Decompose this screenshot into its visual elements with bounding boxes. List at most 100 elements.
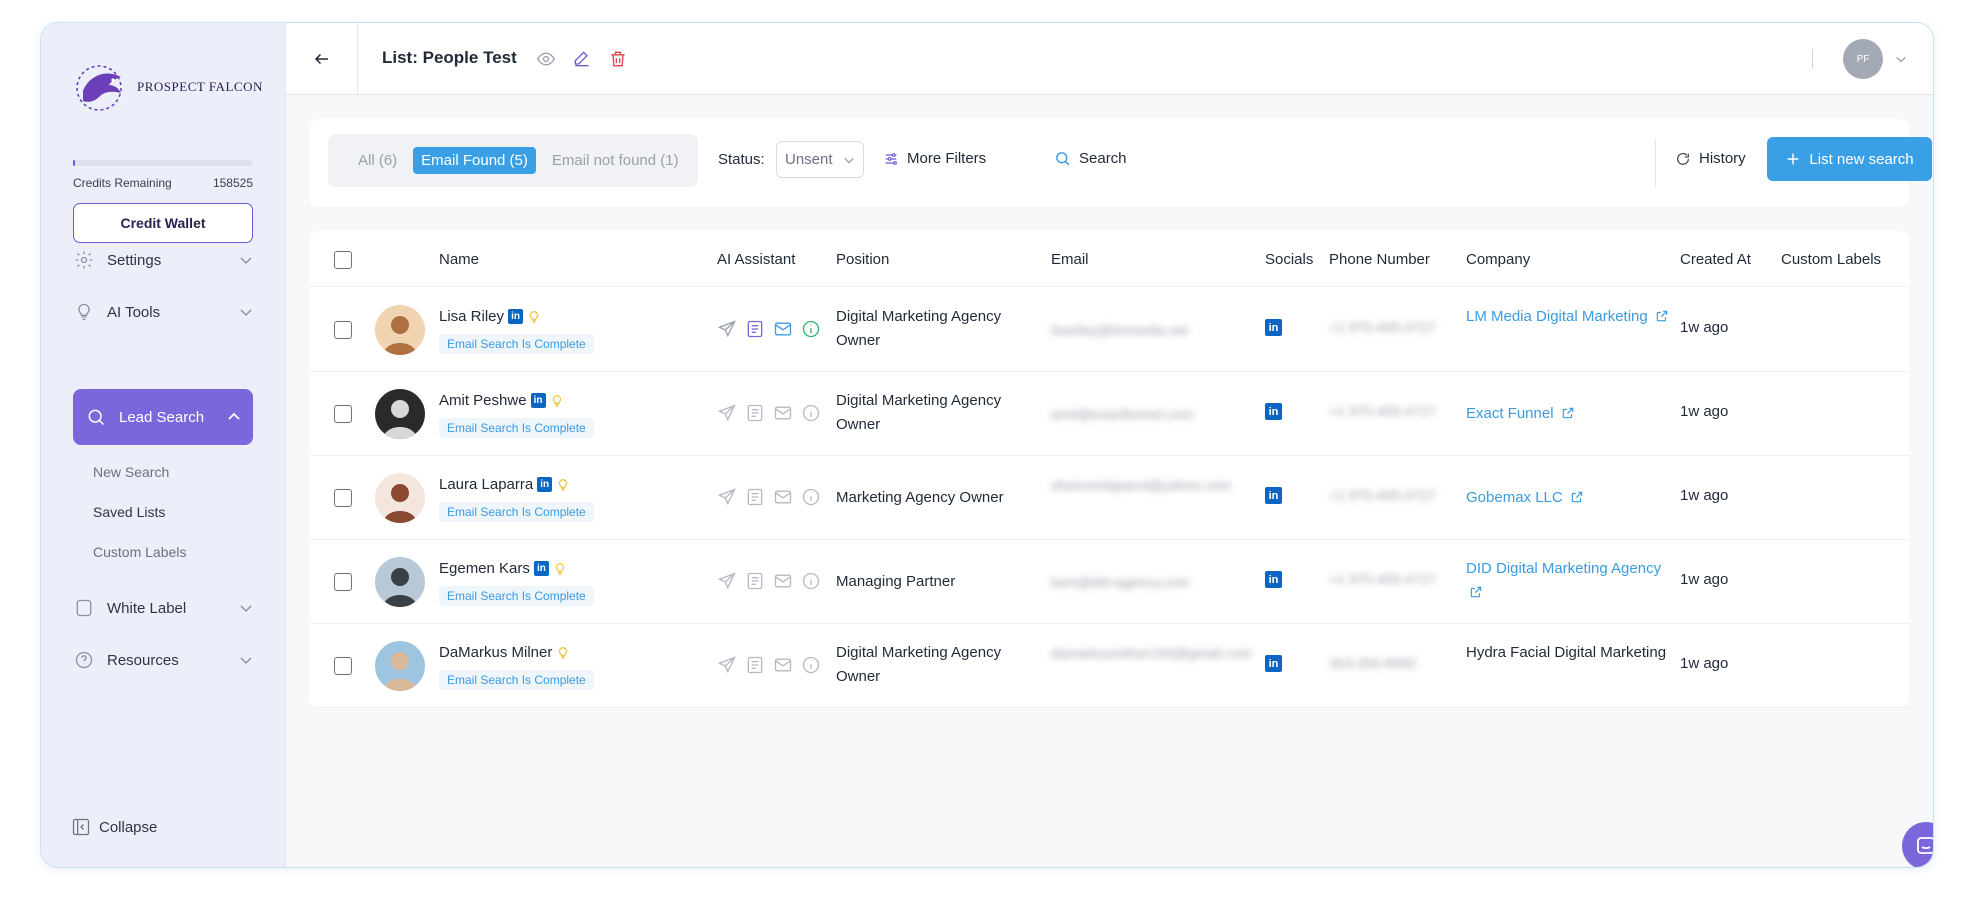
sidebar-item-settings[interactable]: Settings <box>73 240 253 280</box>
lead-company[interactable]: LM Media Digital Marketing <box>1466 305 1676 329</box>
info-icon[interactable] <box>801 319 821 339</box>
collapse-sidebar-button[interactable]: Collapse <box>71 817 157 837</box>
chevron-down-icon[interactable] <box>1895 53 1907 65</box>
mail-icon[interactable] <box>773 487 793 507</box>
lead-phone[interactable]: +1 970-405-4727 <box>1329 487 1436 503</box>
sidebar-item-resources[interactable]: Resources <box>73 640 253 680</box>
table-row[interactable]: Amit Peshwe in Email Search Is Complete … <box>309 372 1909 456</box>
tab-all[interactable]: All (6) <box>350 147 405 174</box>
row-checkbox[interactable] <box>334 489 352 507</box>
column-header-ai-assistant[interactable]: AI Assistant <box>717 251 795 268</box>
linkedin-icon[interactable]: in <box>537 477 553 492</box>
tab-email-found[interactable]: Email Found (5) <box>413 147 536 174</box>
column-header-created-at[interactable]: Created At <box>1680 251 1751 268</box>
document-icon[interactable] <box>745 487 765 507</box>
eye-icon[interactable] <box>536 49 556 69</box>
lightbulb-icon[interactable] <box>556 646 570 660</box>
sidebar-item-white-label[interactable]: White Label <box>73 588 253 628</box>
lightbulb-icon[interactable] <box>556 478 570 492</box>
lead-name[interactable]: Egemen Kars in <box>439 560 567 577</box>
status-select[interactable]: Unsent <box>776 141 864 178</box>
table-row[interactable]: Lisa Riley in Email Search Is Complete D… <box>309 288 1909 372</box>
info-icon[interactable] <box>801 487 821 507</box>
lightbulb-icon[interactable] <box>527 310 541 324</box>
linkedin-icon[interactable]: in <box>530 393 546 408</box>
search-button[interactable]: Search <box>1054 150 1127 167</box>
row-checkbox[interactable] <box>334 405 352 423</box>
lightbulb-icon[interactable] <box>550 394 564 408</box>
linkedin-icon[interactable]: in <box>1265 403 1282 420</box>
column-header-position[interactable]: Position <box>836 251 889 268</box>
lead-company[interactable]: Exact Funnel <box>1466 402 1676 426</box>
linkedin-icon[interactable]: in <box>508 309 524 324</box>
external-link-icon[interactable] <box>1469 585 1483 599</box>
send-icon[interactable] <box>717 319 737 339</box>
lead-company[interactable]: Gobemax LLC <box>1466 486 1676 510</box>
tab-email-not-found[interactable]: Email not found (1) <box>544 147 687 174</box>
document-icon[interactable] <box>745 571 765 591</box>
lead-name[interactable]: Laura Laparra in <box>439 476 570 493</box>
lead-name[interactable]: Amit Peshwe in <box>439 392 564 409</box>
sidebar-subitem-custom-labels[interactable]: Custom Labels <box>93 544 186 560</box>
lead-email[interactable]: kars@did-agency.com <box>1051 570 1255 594</box>
row-checkbox[interactable] <box>334 321 352 339</box>
external-link-icon[interactable] <box>1655 309 1669 323</box>
lead-name[interactable]: Lisa Riley in <box>439 308 541 325</box>
lead-email[interactable]: shannonlaparra@yahoo.com <box>1051 473 1255 497</box>
lead-email[interactable]: damarkusmilner193@gmail.com <box>1051 641 1255 665</box>
document-icon[interactable] <box>745 403 765 423</box>
more-filters-button[interactable]: More Filters <box>883 150 986 167</box>
linkedin-icon[interactable]: in <box>1265 571 1282 588</box>
history-button[interactable]: History <box>1675 150 1746 167</box>
lead-phone[interactable]: +1 970-405-4727 <box>1329 403 1436 419</box>
brand-logo[interactable]: PROSPECT FALCON <box>71 61 263 113</box>
list-new-search-button[interactable]: List new search <box>1767 137 1932 181</box>
chat-support-button[interactable] <box>1902 822 1933 867</box>
column-header-custom-labels[interactable]: Custom Labels <box>1781 251 1881 268</box>
lead-company[interactable]: DID Digital Marketing Agency <box>1466 557 1676 605</box>
lead-phone[interactable]: +1 970-405-4727 <box>1329 319 1436 335</box>
column-header-name[interactable]: Name <box>439 251 479 268</box>
lead-name[interactable]: DaMarkus Milner <box>439 644 570 661</box>
mail-icon[interactable] <box>773 655 793 675</box>
table-row[interactable]: Laura Laparra in Email Search Is Complet… <box>309 456 1909 540</box>
linkedin-icon[interactable]: in <box>1265 319 1282 336</box>
row-checkbox[interactable] <box>334 657 352 675</box>
select-all-checkbox[interactable] <box>334 251 352 269</box>
linkedin-icon[interactable]: in <box>1265 487 1282 504</box>
trash-icon[interactable] <box>608 49 628 69</box>
column-header-phone[interactable]: Phone Number <box>1329 251 1430 268</box>
sidebar-item-lead-search[interactable]: Lead Search <box>73 389 253 445</box>
document-icon[interactable] <box>745 655 765 675</box>
lightbulb-icon[interactable] <box>553 562 567 576</box>
external-link-icon[interactable] <box>1561 406 1575 420</box>
linkedin-icon[interactable]: in <box>1265 655 1282 672</box>
document-icon[interactable] <box>745 319 765 339</box>
send-icon[interactable] <box>717 487 737 507</box>
back-button[interactable] <box>286 23 358 95</box>
send-icon[interactable] <box>717 403 737 423</box>
send-icon[interactable] <box>717 655 737 675</box>
column-header-email[interactable]: Email <box>1051 251 1089 268</box>
send-icon[interactable] <box>717 571 737 591</box>
sidebar-subitem-saved-lists[interactable]: Saved Lists <box>93 504 165 520</box>
lead-phone[interactable]: +1 970-405-4727 <box>1329 571 1436 587</box>
table-row[interactable]: DaMarkus Milner Email Search Is Complete… <box>309 624 1909 708</box>
lead-phone[interactable]: 303-350-8992 <box>1329 655 1416 671</box>
info-icon[interactable] <box>801 655 821 675</box>
external-link-icon[interactable] <box>1570 490 1584 504</box>
user-avatar[interactable]: PF <box>1843 39 1883 79</box>
lead-email[interactable]: amit@exactfunnel.com <box>1051 402 1255 426</box>
lead-email[interactable]: lisariley@lmmedia.net <box>1051 318 1255 342</box>
credit-wallet-button[interactable]: Credit Wallet <box>73 203 253 243</box>
linkedin-icon[interactable]: in <box>533 561 549 576</box>
sidebar-item-ai-tools[interactable]: AI Tools <box>73 292 253 332</box>
table-row[interactable]: Egemen Kars in Email Search Is Complete … <box>309 540 1909 624</box>
info-icon[interactable] <box>801 403 821 423</box>
mail-icon[interactable] <box>773 571 793 591</box>
edit-icon[interactable] <box>572 49 592 69</box>
info-icon[interactable] <box>801 571 821 591</box>
column-header-socials[interactable]: Socials <box>1265 251 1313 268</box>
sidebar-subitem-new-search[interactable]: New Search <box>93 464 169 480</box>
row-checkbox[interactable] <box>334 573 352 591</box>
